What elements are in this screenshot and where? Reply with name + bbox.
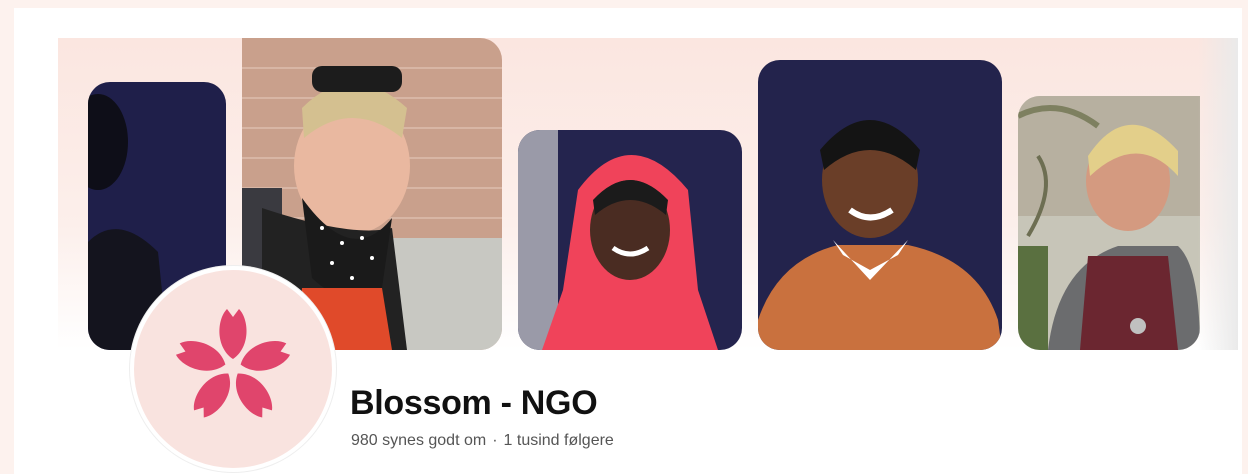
- cover-photo-person-4: [758, 60, 1002, 350]
- stats-separator: ·: [492, 432, 498, 449]
- page-title[interactable]: Blossom - NGO: [350, 384, 598, 423]
- profile-avatar[interactable]: [130, 266, 336, 472]
- followers-count[interactable]: 1 tusind følgere: [504, 432, 614, 449]
- likes-count[interactable]: 980 synes godt om: [351, 432, 486, 449]
- page-root: Blossom - NGO 980 synes godt om · 1 tusind…: [0, 0, 1248, 474]
- page-stats: 980 synes godt om · 1 tusind følgere: [351, 432, 614, 450]
- cover-photo-person-5: [1018, 96, 1200, 350]
- cover-photo-person-3: [518, 130, 742, 350]
- cherry-blossom-icon: [175, 309, 291, 418]
- cover-edge-fade: [1198, 38, 1238, 350]
